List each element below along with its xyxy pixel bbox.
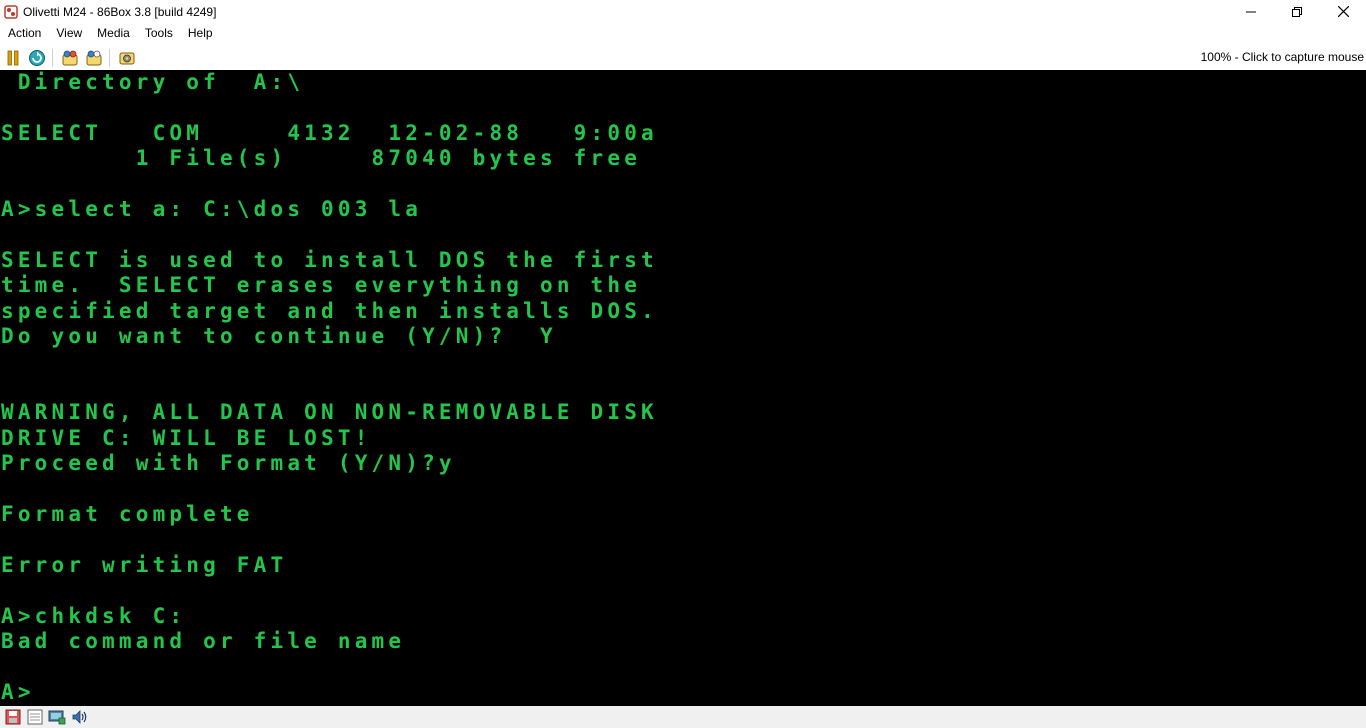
toolbar-separator — [52, 48, 53, 67]
terminal-line: SELECT COM 4132 12-02-88 9:00a — [1, 120, 658, 145]
pause-icon — [7, 50, 19, 65]
terminal-line: Directory of A:\ — [1, 70, 305, 94]
settings-button[interactable] — [116, 47, 138, 69]
cassette-icon — [27, 709, 43, 725]
terminal-line: A>select a: C:\dos 003 la — [1, 197, 423, 222]
emulator-screen[interactable]: Directory of A:\ SELECT COM 4132 12-02-8… — [0, 70, 1366, 706]
terminal-line: WARNING, ALL DATA ON NON-REMOVABLE DISK — [1, 400, 658, 425]
sound-icon — [72, 710, 87, 724]
ctrl-alt-esc-button[interactable] — [83, 47, 105, 69]
terminal-line: Do you want to continue (Y/N)? Y — [1, 324, 557, 349]
title-bar[interactable]: Olivetti M24 - 86Box 3.8 [build 4249] — [0, 0, 1366, 23]
network-button[interactable] — [46, 707, 68, 727]
pause-button[interactable] — [2, 47, 24, 69]
minimize-button[interactable] — [1228, 0, 1274, 23]
menu-action[interactable]: Action — [0, 23, 48, 44]
app-icon[interactable] — [3, 4, 19, 20]
window-controls — [1228, 0, 1366, 23]
terminal-line: Format complete — [1, 501, 254, 526]
menu-bar: Action View Media Tools Help — [0, 23, 1366, 44]
terminal-line: DRIVE C: WILL BE LOST! — [1, 425, 372, 450]
terminal-line: SELECT is used to install DOS the first — [1, 247, 658, 272]
dos-terminal-output: Directory of A:\ SELECT COM 4132 12-02-8… — [1, 70, 658, 705]
close-button[interactable] — [1320, 0, 1366, 23]
floppy-drive-icon — [5, 709, 21, 725]
emulator-window: Olivetti M24 - 86Box 3.8 [build 4249] Ac… — [0, 0, 1366, 728]
terminal-line: time. SELECT erases everything on the — [1, 273, 642, 298]
toolbar-separator — [109, 48, 110, 67]
menu-help[interactable]: Help — [180, 23, 220, 44]
menu-tools[interactable]: Tools — [137, 23, 180, 44]
capture-status: 100% - Click to capture mouse — [1200, 50, 1364, 64]
ctrl-alt-esc-icon — [86, 50, 102, 65]
terminal-line: A>chkdsk C: — [1, 603, 187, 628]
hard-reset-button[interactable] — [26, 47, 48, 69]
settings-icon — [119, 52, 135, 64]
maximize-button[interactable] — [1274, 0, 1320, 23]
menu-view[interactable]: View — [48, 23, 89, 44]
cassette-button[interactable] — [24, 707, 46, 727]
terminal-line: A> — [1, 679, 35, 704]
status-bar — [0, 706, 1366, 728]
terminal-line: Error writing FAT — [1, 552, 288, 577]
window-title: Olivetti M24 - 86Box 3.8 [build 4249] — [23, 4, 217, 19]
terminal-line: Proceed with Format (Y/N)?y — [1, 451, 456, 476]
sound-button[interactable] — [68, 707, 90, 727]
toolbar: 100% - Click to capture mouse — [0, 45, 1366, 70]
ctrl-alt-del-button[interactable] — [59, 47, 81, 69]
terminal-line: 1 File(s) 87040 bytes free — [1, 146, 642, 171]
floppy-drive-button[interactable] — [2, 707, 24, 727]
hard-reset-icon — [29, 49, 45, 66]
terminal-line: specified target and then installs DOS. — [1, 298, 658, 323]
ctrl-alt-del-icon — [62, 50, 78, 65]
network-icon — [48, 710, 66, 725]
menu-media[interactable]: Media — [89, 23, 137, 44]
terminal-line: Bad command or file name — [1, 628, 406, 653]
